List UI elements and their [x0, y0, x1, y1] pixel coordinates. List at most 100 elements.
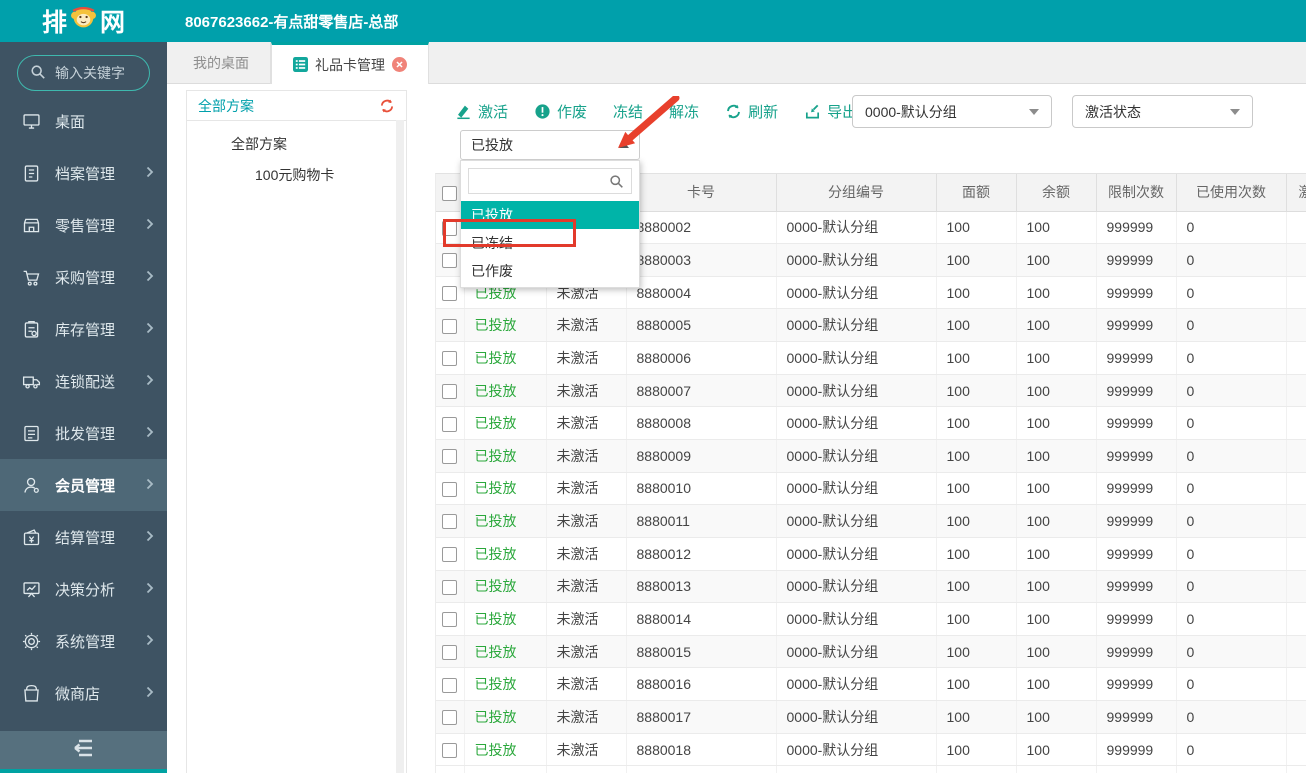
- row-checkbox[interactable]: [442, 481, 458, 497]
- table-cell: 8880017: [626, 700, 777, 734]
- table-row[interactable]: 已投放 未激活 8880006 0000-默认分组 100 100 999999 0: [436, 341, 1306, 375]
- tree-refresh-icon[interactable]: [379, 98, 395, 114]
- tab-gift-card[interactable]: 礼品卡管理: [271, 42, 429, 84]
- table-cell: 100: [936, 472, 1017, 506]
- group-filter-select[interactable]: 0000-默认分组: [852, 95, 1052, 128]
- sidebar-item-inventory[interactable]: 库存管理: [0, 303, 167, 355]
- table-cell: 999999: [1096, 276, 1177, 310]
- row-checkbox[interactable]: [442, 677, 458, 693]
- sidebar-item-member[interactable]: 会员管理: [0, 459, 167, 511]
- table-cell: [1286, 635, 1306, 669]
- column-header: 激活时间: [1286, 174, 1306, 212]
- table-row[interactable]: 已投放 未激活 8880012 0000-默认分组 100 100 999999 0: [436, 537, 1306, 571]
- sidebar-collapse-button[interactable]: [0, 731, 167, 769]
- delivery-icon: [21, 371, 42, 392]
- sidebar-item-analysis[interactable]: 决策分析: [0, 563, 167, 615]
- sidebar-item-system[interactable]: 系统管理: [0, 615, 167, 667]
- sidebar-item-purchase[interactable]: 采购管理: [0, 251, 167, 303]
- dropdown-search-input[interactable]: [476, 172, 609, 190]
- row-checkbox[interactable]: [442, 514, 458, 530]
- table-cell: 0000-默认分组: [776, 341, 937, 375]
- sidebar-item-settlement[interactable]: 结算管理: [0, 511, 167, 563]
- row-checkbox[interactable]: [442, 645, 458, 661]
- table-cell: 999999: [1096, 308, 1177, 343]
- row-checkbox[interactable]: [442, 383, 458, 399]
- table-cell: 999999: [1096, 243, 1177, 277]
- row-checkbox[interactable]: [442, 547, 458, 563]
- table-row[interactable]: 已投放 未激活 8880013 0000-默认分组 100 100 999999 0: [436, 570, 1306, 604]
- table-cell: 未激活: [546, 439, 627, 473]
- void-button[interactable]: 作废: [534, 101, 587, 122]
- table-row[interactable]: 已投放 未激活 8880018 0000-默认分组 100 100 999999 0: [436, 733, 1306, 767]
- table-row[interactable]: 已投放 未激活 8880007 0000-默认分组 100 100 999999 0: [436, 374, 1306, 408]
- sidebar-item-retail[interactable]: 零售管理: [0, 199, 167, 251]
- table-row[interactable]: 已投放 未激活 8880009 0000-默认分组 100 100 999999 0: [436, 439, 1306, 473]
- table-cell: 已投放: [464, 635, 547, 669]
- table-cell: 100: [936, 635, 1017, 669]
- column-header: 已使用次数: [1176, 174, 1287, 212]
- table-cell: [1286, 733, 1306, 767]
- sidebar-search-input[interactable]: 输入关键字: [17, 55, 150, 91]
- row-checkbox-cell: [436, 700, 465, 734]
- row-checkbox[interactable]: [442, 710, 458, 726]
- table-cell: 999999: [1096, 341, 1177, 375]
- table-row[interactable]: 已投放 未激活 8880016 0000-默认分组 100 100 999999 0: [436, 667, 1306, 702]
- row-checkbox-cell: [436, 341, 465, 375]
- table-cell: 0: [1176, 570, 1287, 604]
- sidebar-item-wholesale[interactable]: 批发管理: [0, 407, 167, 459]
- row-checkbox-cell: [436, 308, 465, 343]
- chevron-right-icon: [146, 321, 154, 338]
- table-cell: 未激活: [546, 570, 627, 604]
- activate-button[interactable]: 激活: [455, 101, 508, 122]
- member-icon: [21, 475, 42, 496]
- chevron-right-icon: [146, 581, 154, 598]
- column-header: 卡号: [626, 174, 777, 212]
- row-checkbox[interactable]: [442, 612, 458, 628]
- row-checkbox[interactable]: [442, 253, 458, 269]
- sidebar-item-label: 微商店: [55, 685, 101, 703]
- tree-node[interactable]: 100元购物卡: [187, 159, 406, 190]
- table-cell: [1096, 765, 1177, 773]
- refresh-button[interactable]: 刷新: [725, 101, 778, 122]
- sidebar-item-archives[interactable]: 档案管理: [0, 147, 167, 199]
- tab-my-desktop[interactable]: 我的桌面: [172, 42, 271, 84]
- tree-scrollbar[interactable]: [396, 120, 404, 773]
- sidebar-item-chain-delivery[interactable]: 连锁配送: [0, 355, 167, 407]
- select-all-checkbox[interactable]: [442, 185, 458, 201]
- table-cell: 已投放: [464, 406, 547, 440]
- table-row[interactable]: 已投放 未激活 8880017 0000-默认分组 100 100 999999 0: [436, 700, 1306, 734]
- row-checkbox[interactable]: [442, 286, 458, 301]
- plan-tree-body: 全部方案 100元购物卡: [187, 121, 406, 190]
- table-cell: [1286, 504, 1306, 538]
- table-row[interactable]: 已投放 未激活 8880010 0000-默认分组 100 100 999999 0: [436, 472, 1306, 506]
- status-option[interactable]: 已作废: [461, 257, 639, 285]
- row-checkbox[interactable]: [442, 416, 458, 432]
- table-row[interactable]: 已投放 未激活 8880005 0000-默认分组 100 100 999999 0: [436, 308, 1306, 343]
- table-row[interactable]: 已投放 未激活 8880015 0000-默认分组 100 100 999999 0: [436, 635, 1306, 669]
- row-checkbox[interactable]: [442, 742, 458, 758]
- table-cell: [936, 765, 1017, 773]
- table-cell: 0000-默认分组: [776, 570, 937, 604]
- row-checkbox[interactable]: [442, 318, 458, 334]
- export-icon: [804, 103, 821, 120]
- table-cell: [546, 765, 627, 773]
- sidebar-item-microshop[interactable]: 微商店: [0, 667, 167, 719]
- row-checkbox[interactable]: [442, 351, 458, 367]
- sidebar-item-desktop[interactable]: 桌面: [0, 95, 167, 147]
- row-checkbox[interactable]: [442, 449, 458, 465]
- sidebar: 输入关键字 桌面 档案管理 零售管理 采购管理 库存管理 连锁配送 批发管理 会员管理 结算管理…: [0, 42, 167, 773]
- tree-node[interactable]: 全部方案: [187, 128, 406, 159]
- table-cell: 0000-默认分组: [776, 472, 937, 506]
- table-cell: 999999: [1096, 700, 1177, 734]
- activation-status-select[interactable]: 激活状态: [1072, 95, 1253, 128]
- table-cell: 0000-默认分组: [776, 406, 937, 440]
- table-row[interactable]: 已投放 未激活 8880011 0000-默认分组 100 100 999999 0: [436, 504, 1306, 538]
- row-checkbox[interactable]: [442, 579, 458, 595]
- table-cell: 0000-默认分组: [776, 733, 937, 767]
- table-row[interactable]: 已投放 未激活 8880014 0000-默认分组 100 100 999999 0: [436, 602, 1306, 636]
- export-button[interactable]: 导出: [804, 101, 857, 122]
- table-row[interactable]: 已投放 未激活 8880008 0000-默认分组 100 100 999999 0: [436, 406, 1306, 440]
- table-cell: 100: [1016, 472, 1097, 506]
- close-icon[interactable]: [392, 57, 407, 72]
- activation-status-value: 激活状态: [1085, 103, 1141, 120]
